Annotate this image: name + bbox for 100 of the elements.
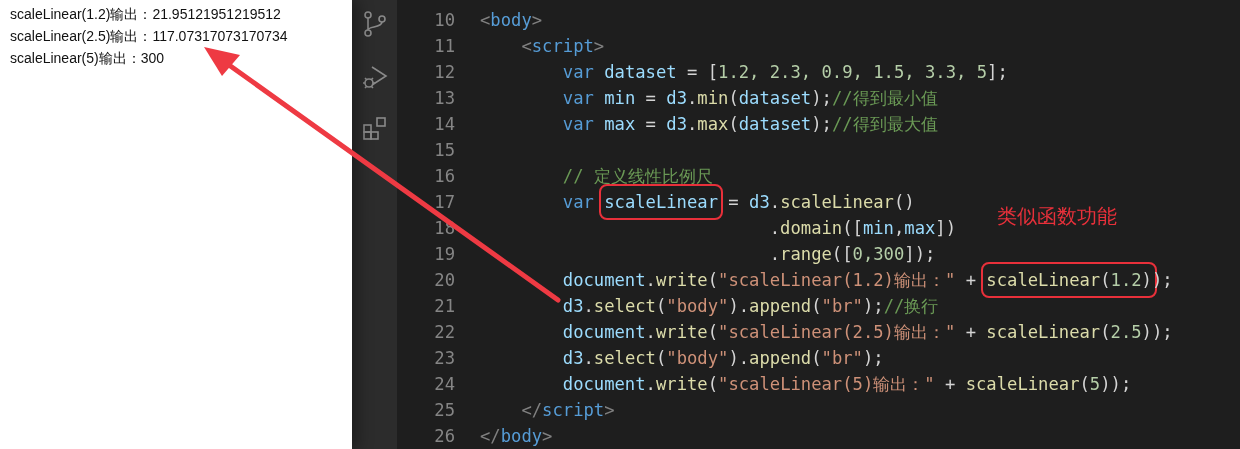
code-punctuation: ). [728,295,750,318]
code-punctuation: = [727,191,740,214]
code-punctuation: ). [728,347,750,370]
code-function: range [780,243,832,266]
code-function: append [749,295,812,318]
debug-icon[interactable] [361,64,388,90]
code-number: 2.5 [1110,321,1142,344]
code-punctuation: ( [655,347,667,370]
code-identifier: d3 [561,347,584,370]
code-function: scaleLinear [986,269,1101,292]
code-bracket: > [604,399,615,422]
source-control-icon[interactable] [361,10,388,38]
code-bracket: > [531,9,543,32]
code-identifier: d3 [749,191,770,214]
code-bracket: </ [520,399,543,422]
code-identifier: min [862,217,894,240]
code-punctuation: )); [1100,373,1132,396]
line-number: 14 [433,113,455,136]
code-punctuation: ( [728,113,739,136]
code-function: max [697,113,729,136]
line-number: 22 [433,321,455,344]
code-comment: //得到最小值 [831,87,938,110]
code-function: write [655,321,708,344]
code-punctuation: ]); [904,243,936,266]
code-identifier: document [561,373,646,396]
code-string: "body" [666,347,729,370]
code-punctuation: ); [811,87,832,110]
line-number: 19 [433,243,455,266]
code-comment: //得到最大值 [831,113,938,136]
code-punctuation: ( [707,321,719,344]
line-number: 23 [433,347,455,370]
code-punctuation: + [964,321,977,344]
code-number: 5 [1089,373,1101,396]
code-punctuation: + [943,373,957,396]
code-punctuation: ( [811,295,822,318]
code-tag: body [500,423,543,449]
code-punctuation: = [644,113,657,136]
code-punctuation: . [583,347,594,370]
line-number: 24 [433,373,455,396]
code-punctuation: ); [811,113,832,136]
code-punctuation: . [687,87,698,110]
code-keyword: var [561,191,595,214]
line-number: 21 [433,295,455,318]
code-string: "scaleLinear(2.5)输出：" [718,321,956,344]
code-string: "body" [666,295,729,318]
code-punctuation: ( [655,295,667,318]
code-punctuation: ) [1141,269,1152,292]
code-identifier: d3 [666,87,687,110]
code-identifier: min [604,87,636,110]
code-string: "scaleLinear(1.2)输出：" [718,269,956,292]
code-bracket: < [480,9,491,32]
code-identifier: max [904,217,936,240]
code-punctuation: . [769,191,781,214]
code-string: "br" [821,347,863,370]
code-punctuation: ([ [842,217,863,240]
code-function: select [593,295,656,318]
code-punctuation: ); [862,295,884,318]
code-function: write [655,373,708,396]
line-number: 16 [433,165,455,188]
code-bracket: </ [480,425,501,448]
code-number: 0,300 [852,243,905,266]
output-line: scaleLinear(1.2)输出：21.95121951219512 [10,5,282,24]
code-punctuation: ( [811,347,822,370]
code-punctuation: ]) [935,217,957,240]
code-bracket: < [520,35,532,58]
code-bracket: > [542,425,553,448]
code-function: write [655,269,708,292]
line-number: 26 [433,425,455,448]
code-punctuation: ( [728,87,739,110]
code-identifier: dataset [604,61,677,84]
code-number: 1.2, 2.3, 0.9, 1.5, 3.3, 5 [718,61,988,84]
code-string: "scaleLinear(5)输出：" [718,373,935,396]
code-punctuation: . [583,295,594,318]
code-string: "br" [821,295,863,318]
code-punctuation: . [645,269,656,292]
code-punctuation: ( [1079,373,1090,396]
code-punctuation: )); [1141,321,1173,344]
code-tag: body [490,7,532,33]
output-line: scaleLinear(2.5)输出：117.07317073170734 [10,27,289,46]
code-bracket: > [593,35,605,58]
code-punctuation: . [768,217,781,240]
annotation-note: 类似函数功能 [997,203,1117,230]
code-function: domain [780,217,843,240]
extensions-icon[interactable] [361,116,388,142]
code-function: scaleLinear [986,321,1101,344]
line-number: 11 [433,35,455,58]
code-punctuation: . [645,373,656,396]
code-function: scaleLinear [965,373,1080,396]
code-keyword: var [561,113,595,136]
code-punctuation: + [964,269,977,292]
code-function: min [697,87,729,110]
code-punctuation: ( [1100,269,1111,292]
code-punctuation: ([ [831,243,853,266]
code-tag: script [542,397,605,423]
code-keyword: var [561,87,595,110]
code-punctuation: . [768,243,781,266]
line-number: 17 [433,191,455,214]
line-number: 15 [433,139,455,162]
code-punctuation: = [644,87,657,110]
line-number: 12 [433,61,455,84]
